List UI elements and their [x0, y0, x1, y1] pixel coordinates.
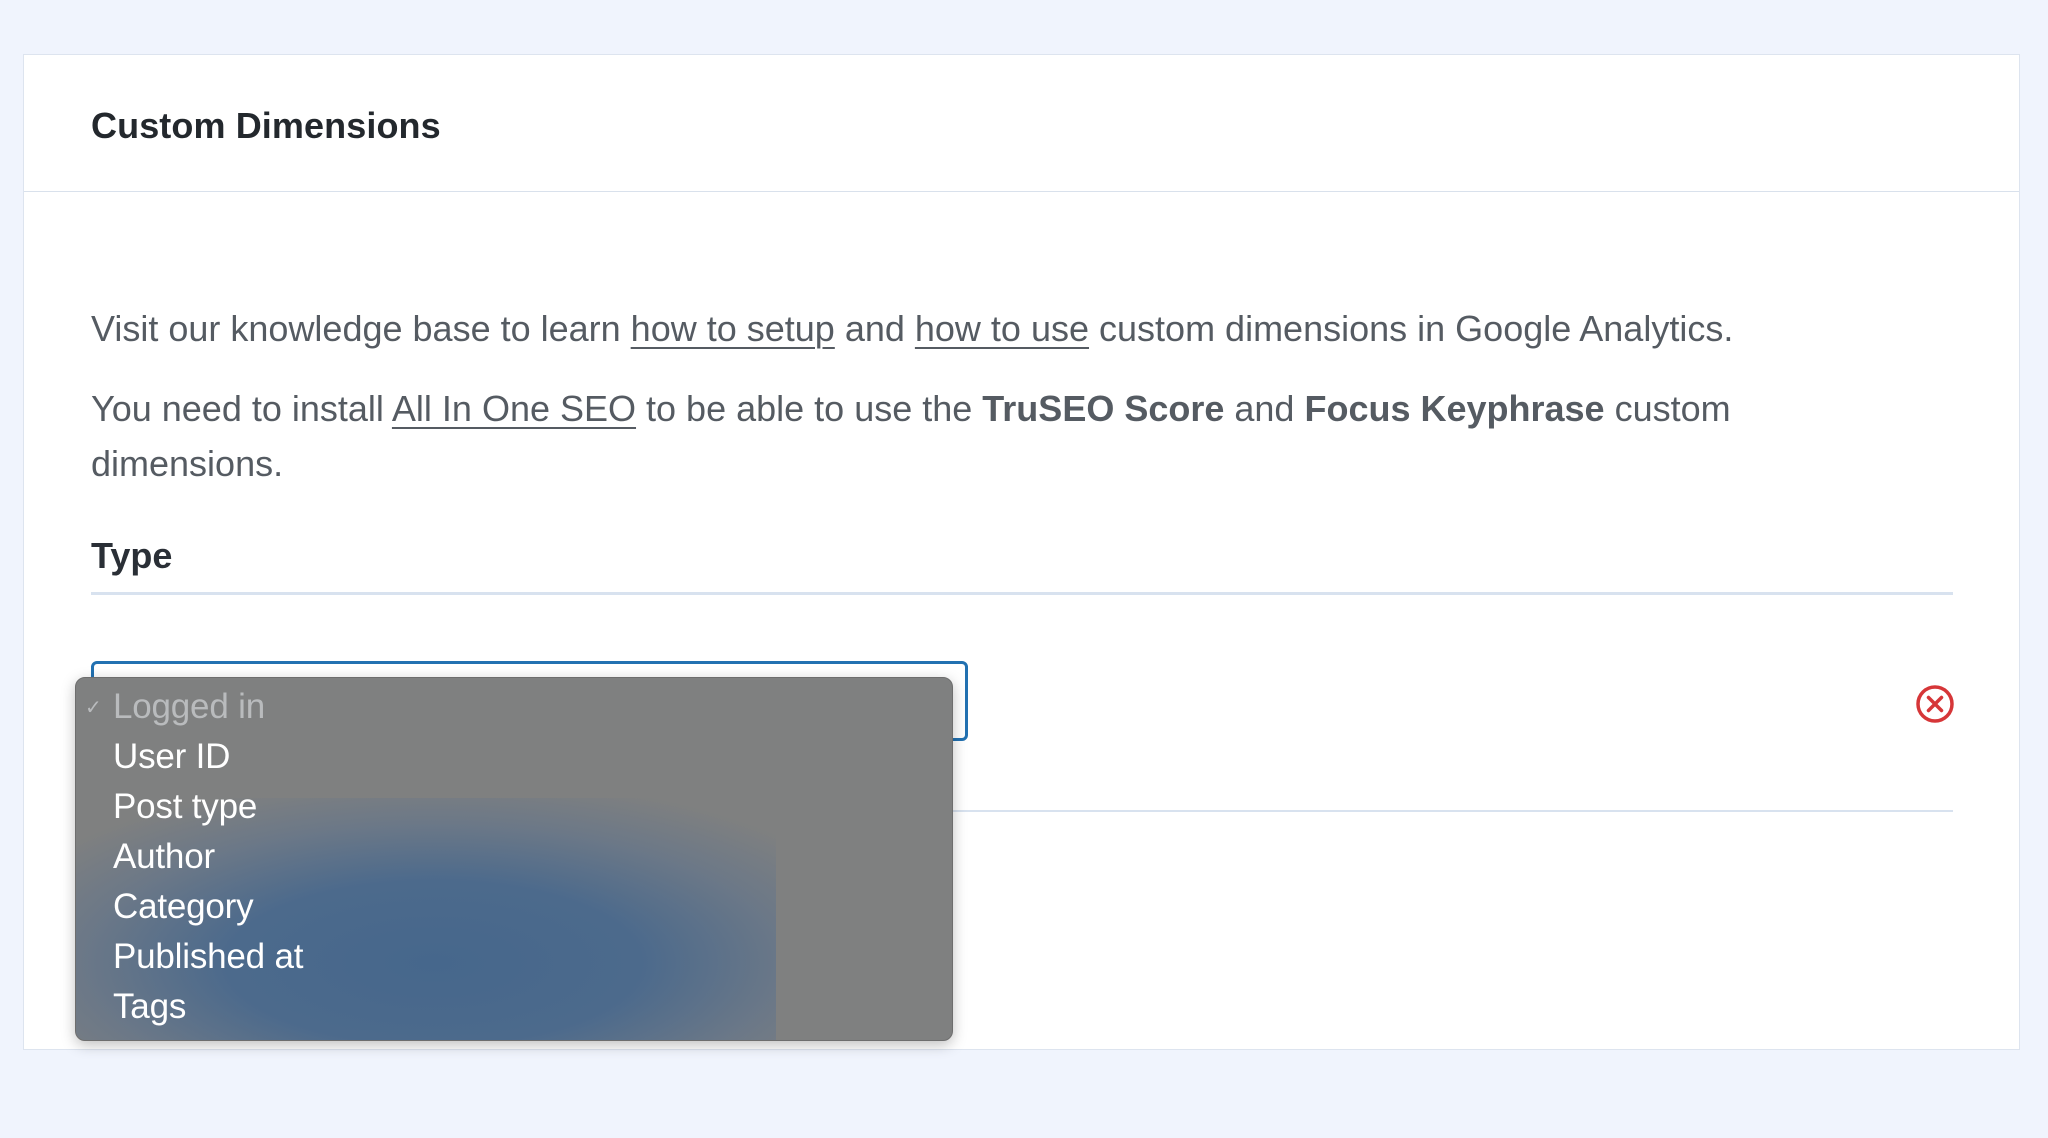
type-dropdown-menu[interactable]: ✓ Logged in User ID Post type Author Cat…: [75, 677, 953, 1041]
option-post-type[interactable]: Post type: [76, 782, 952, 832]
option-published-at[interactable]: Published at: [76, 932, 952, 982]
truseo-score-text: TruSEO Score: [982, 388, 1225, 429]
option-user-id[interactable]: User ID: [76, 732, 952, 782]
divider: [91, 592, 1953, 595]
how-to-setup-link[interactable]: how to setup: [631, 308, 835, 349]
panel-title: Custom Dimensions: [91, 105, 441, 146]
option-category[interactable]: Category: [76, 882, 952, 932]
all-in-one-seo-link[interactable]: All In One SEO: [392, 388, 636, 429]
remove-circle-icon[interactable]: [1913, 682, 1957, 726]
option-logged-in: ✓ Logged in: [76, 682, 952, 732]
type-label: Type: [91, 535, 173, 576]
how-to-use-link[interactable]: how to use: [915, 308, 1089, 349]
custom-dimensions-panel: Custom Dimensions Visit our knowledge ba…: [23, 54, 2020, 1050]
knowledge-base-text: Visit our knowledge base to learn how to…: [91, 308, 1734, 349]
checkmark-icon: ✓: [85, 697, 102, 719]
panel-header: Custom Dimensions: [24, 55, 2019, 192]
focus-keyphrase-text: Focus Keyphrase: [1304, 388, 1605, 429]
dropdown-options: ✓ Logged in User ID Post type Author Cat…: [76, 678, 952, 1032]
option-tags[interactable]: Tags: [76, 982, 952, 1032]
install-aioseo-text: You need to install All In One SEO to be…: [91, 388, 1731, 484]
option-author[interactable]: Author: [76, 832, 952, 882]
